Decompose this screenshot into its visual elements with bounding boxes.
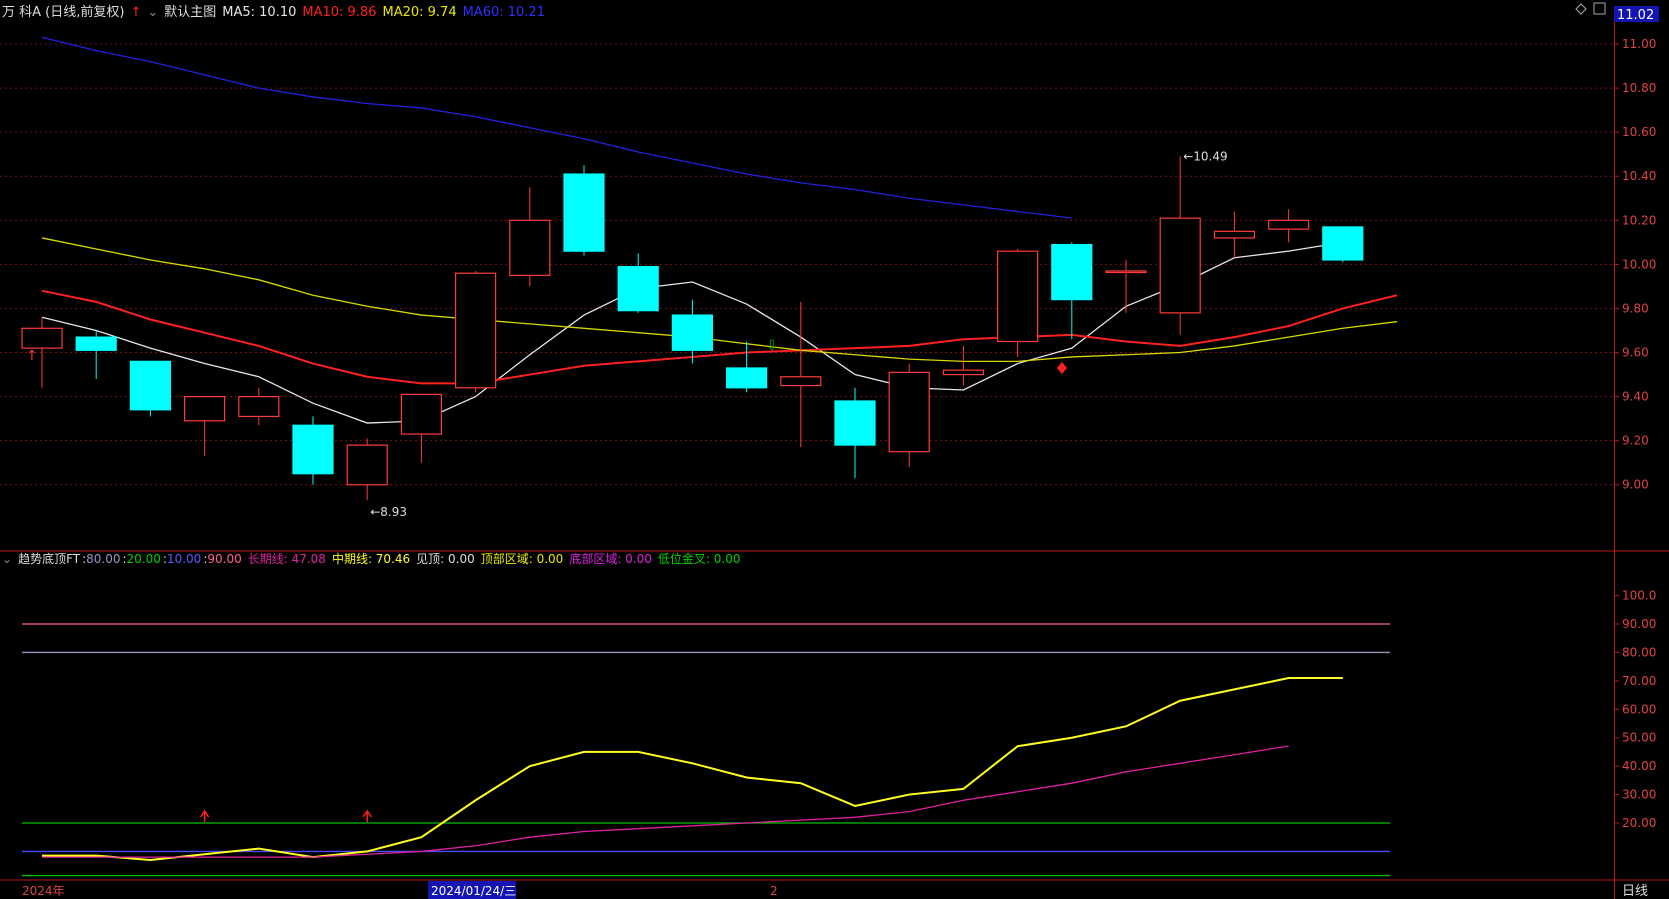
candle-body <box>563 173 605 252</box>
candle-body <box>509 219 551 277</box>
candle-body <box>346 444 388 486</box>
candle-body <box>1322 226 1364 261</box>
candle-body <box>617 265 659 312</box>
bottom-zone-value: 底部区域: 0.00 <box>569 552 652 566</box>
chevron-down-icon[interactable]: ⌄ <box>147 5 158 20</box>
candle-body <box>1213 230 1256 239</box>
candle-body <box>292 424 334 475</box>
candle[interactable] <box>888 363 930 468</box>
param-3: 10.00 <box>166 552 202 566</box>
period-button[interactable]: 日线 <box>1622 884 1648 899</box>
annotation-value: 8.93 <box>380 505 407 519</box>
annotation-arrow-icon: ← <box>1183 149 1193 163</box>
month-label: 2 <box>770 884 778 898</box>
candle-body <box>455 272 497 389</box>
indicator-tick-label: 70.00 <box>1622 674 1656 688</box>
date-cursor-label: 2024/01/24/三 <box>431 884 516 898</box>
stock-name[interactable]: 万 科A (日线,前复权) <box>2 5 124 20</box>
main-chart-label[interactable]: 默认主图 <box>164 5 216 20</box>
candle-body <box>942 369 985 376</box>
candle-body <box>834 400 876 446</box>
candle[interactable] <box>563 165 605 256</box>
price-tick-label: 9.60 <box>1622 346 1649 360</box>
year-label: 2024年 <box>22 884 65 898</box>
price-annotation: ←8.93 <box>370 505 407 519</box>
candle-body <box>184 396 226 422</box>
top-signal-value: 见顶: 0.00 <box>416 552 475 566</box>
price-tick-label: 9.40 <box>1622 390 1649 404</box>
indicator-header: ⌄ 趋势底顶FT:80.00:20.00:10.00:90.00 长期线: 47.0… <box>2 552 741 566</box>
candle-body <box>1051 243 1093 301</box>
top-zone-value: 顶部区域: 0.00 <box>480 552 564 566</box>
indicator-tick-label: 40.00 <box>1622 759 1656 773</box>
long-line-value: 长期线: 47.08 <box>247 552 326 566</box>
last-price-label: 11.02 <box>1617 8 1654 23</box>
annotation-value: 10.49 <box>1193 149 1227 163</box>
ma5-value: MA5: 10.10 <box>222 5 297 20</box>
stock-chart[interactable]: 11.00 10.80 10.60 10.40 10.20 10.00 9.80 9.60 9.… <box>0 0 1669 899</box>
candle[interactable] <box>129 360 171 417</box>
buy-arrow-icon: ↑ <box>26 348 38 364</box>
candle-body <box>888 371 930 453</box>
indicator-name[interactable]: 趋势底顶FT <box>18 552 80 566</box>
candle-body <box>238 396 280 418</box>
up-arrow-icon: ↑ <box>130 5 142 20</box>
price-tick-label: 9.00 <box>1622 478 1649 492</box>
low-cross-value: 低位金叉: 0.00 <box>657 552 741 566</box>
candle-body <box>129 360 171 411</box>
candle[interactable] <box>996 248 1039 357</box>
candle-body <box>21 327 63 349</box>
price-tick-label: 10.60 <box>1622 125 1656 139</box>
indicator-tick-label: 100.0 <box>1622 589 1656 603</box>
candle-body <box>725 367 768 389</box>
candle-body <box>671 314 714 351</box>
candle[interactable] <box>455 271 497 393</box>
price-tick-label: 9.80 <box>1622 301 1649 315</box>
indicator-tick-label: 90.00 <box>1622 617 1656 631</box>
indicator-tick-label: 30.00 <box>1622 788 1656 802</box>
ma60-value: MA60: 10.21 <box>462 5 545 20</box>
candle-body <box>996 250 1039 343</box>
param-1: 80.00 <box>86 552 121 566</box>
candle-body <box>400 393 442 435</box>
candle-body <box>1267 219 1310 230</box>
ma20-value: MA20: 9.74 <box>382 5 457 20</box>
candle-body <box>1105 270 1147 274</box>
price-tick-label: 10.20 <box>1622 213 1656 227</box>
candle[interactable] <box>1322 226 1364 263</box>
indicator-tick-label: 50.00 <box>1622 731 1656 745</box>
param-4: 90.00 <box>207 552 242 566</box>
candle-body <box>1159 217 1201 314</box>
annotation-arrow-icon: ← <box>370 505 380 519</box>
price-annotation: ←10.49 <box>1183 149 1227 163</box>
down-arrow-icon: ⇩ <box>766 338 778 354</box>
candle-body <box>780 376 822 387</box>
price-tick-label: 9.20 <box>1622 434 1649 448</box>
mid-line-value: 中期线: 70.46 <box>331 552 411 566</box>
price-tick-label: 11.00 <box>1622 37 1656 51</box>
indicator-tick-label: 20.00 <box>1622 816 1656 830</box>
ma10-value: MA10: 9.86 <box>302 5 377 20</box>
price-tick-label: 10.80 <box>1622 81 1656 95</box>
price-tick-label: 10.40 <box>1622 169 1656 183</box>
candle-body <box>75 336 117 351</box>
price-tick-label: 10.00 <box>1622 257 1656 271</box>
indicator-tick-label: 80.00 <box>1622 645 1656 659</box>
main-header: 万 科A (日线,前复权) ↑ ⌄ 默认主图 MA5: 10.10 MA10: 9.86 M… <box>2 1 551 20</box>
param-2: 20.00 <box>126 552 161 566</box>
indicator-tick-label: 60.00 <box>1622 702 1656 716</box>
indicator-chevron-icon[interactable]: ⌄ <box>2 552 12 566</box>
